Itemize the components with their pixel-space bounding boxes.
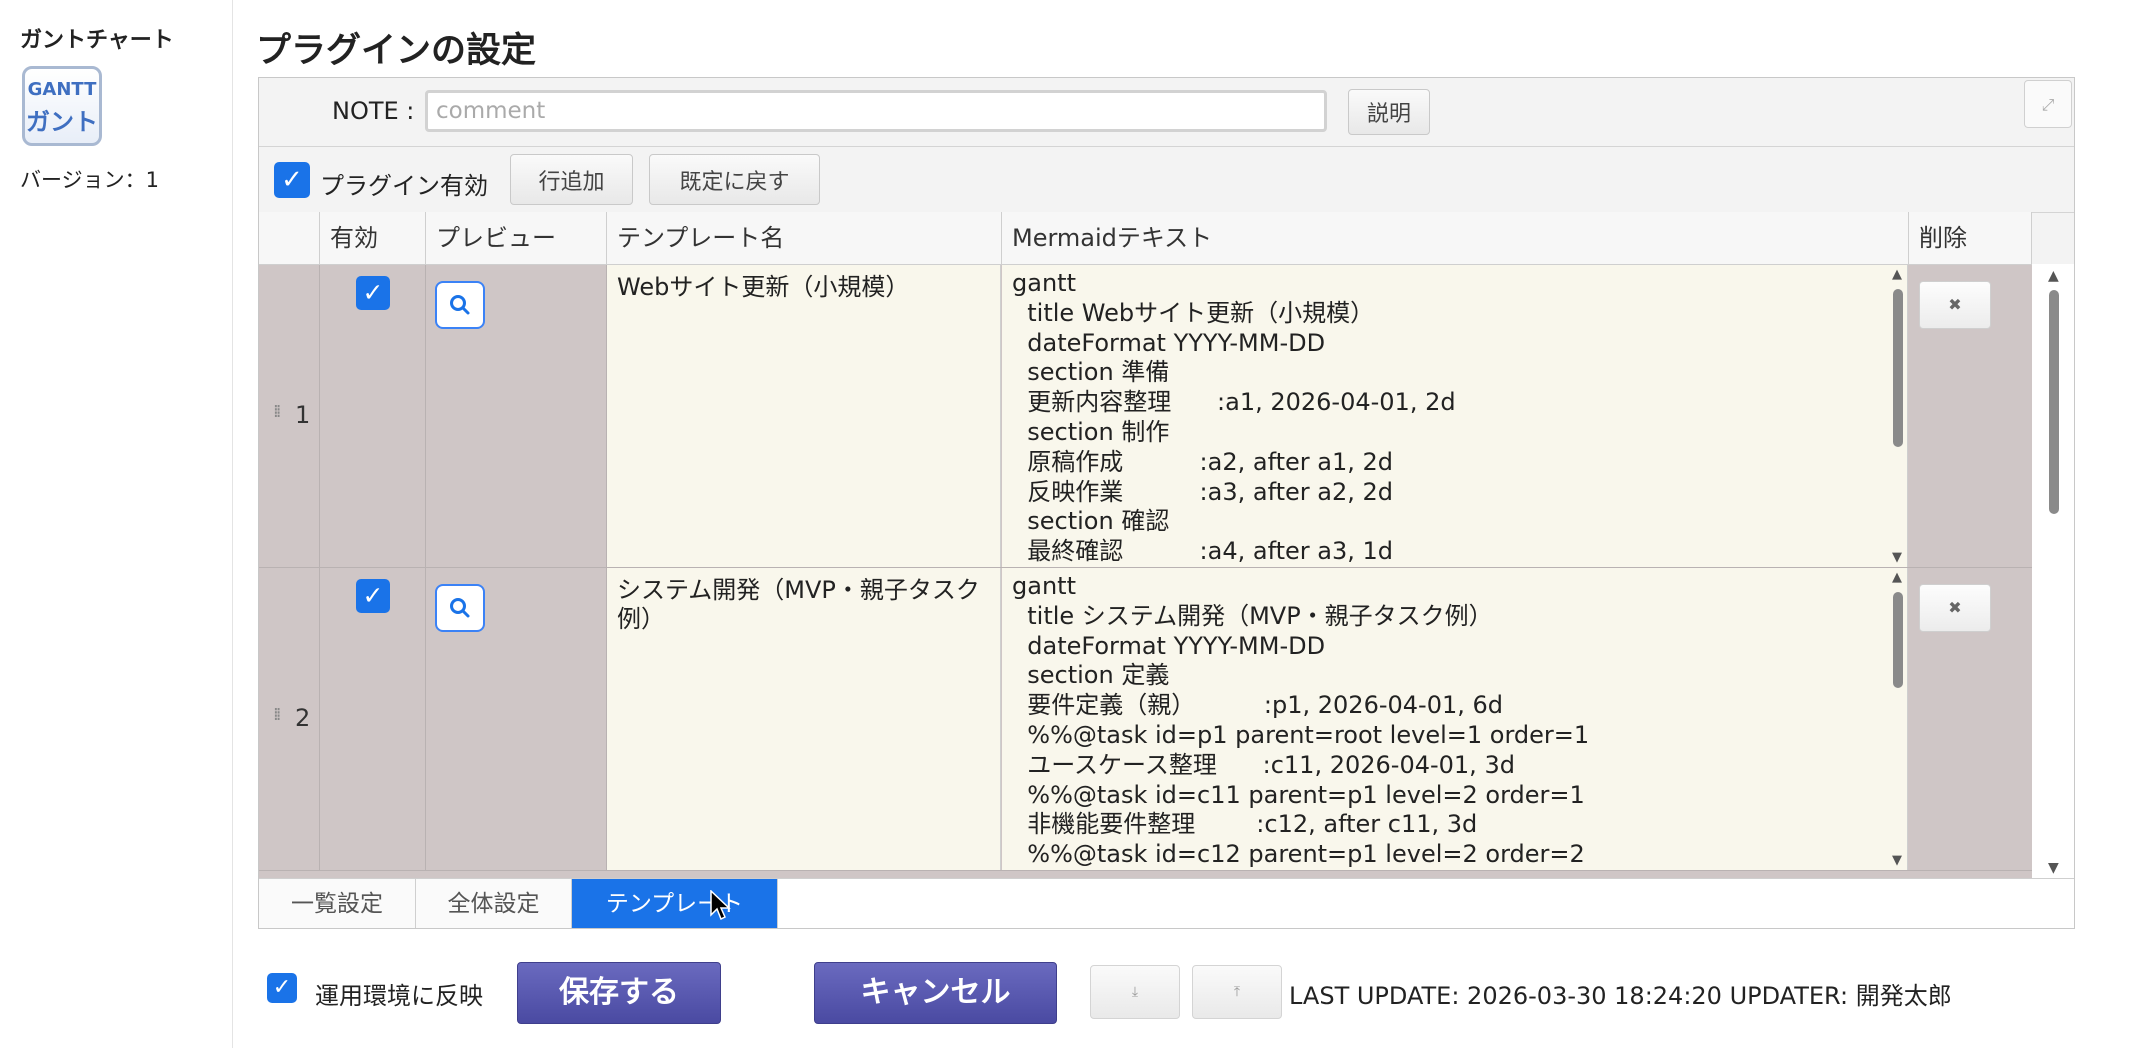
add-row-button[interactable]: 行追加 <box>510 154 633 205</box>
mouse-cursor-icon <box>710 890 731 921</box>
cell-scrollbar[interactable]: ▲ ▼ <box>1889 265 1907 567</box>
drag-handle-icon[interactable]: ⁞⁞ <box>273 401 282 422</box>
header-preview[interactable]: プレビュー <box>426 212 607 264</box>
scroll-down-icon[interactable]: ▼ <box>2048 860 2059 876</box>
expand-icon[interactable]: ⤢ <box>2024 80 2072 128</box>
mermaid-text-cell[interactable]: gantt title システム開発（MVP・親子タスク例） dateForma… <box>1002 568 1908 870</box>
help-button[interactable]: 説明 <box>1348 89 1430 135</box>
scroll-up-icon[interactable]: ▲ <box>1892 267 1902 282</box>
delete-row-button[interactable]: ✖ <box>1919 584 1991 632</box>
close-icon: ✖ <box>1948 598 1962 617</box>
table-row: ⁞⁞ 1 ✓ Webサイト更新（小規模） gantt title Webサイト更… <box>259 265 2032 568</box>
last-update-info: LAST UPDATE: 2026-03-30 18:24:20 UPDATER… <box>1289 982 1952 1010</box>
page-title: プラグインの設定 <box>256 31 537 71</box>
row-enabled-checkbox[interactable]: ✓ <box>356 276 390 310</box>
grid-scrollbar[interactable]: ▲ ▼ <box>2032 264 2074 878</box>
close-icon: ✖ <box>1948 295 1962 314</box>
note-input[interactable] <box>425 90 1327 132</box>
plugin-version: バージョン：1 <box>20 168 159 192</box>
row-number: 2 <box>295 704 311 732</box>
template-name-cell[interactable]: Webサイト更新（小規模） <box>607 265 1001 567</box>
grid-body: ⁞⁞ 1 ✓ Webサイト更新（小規模） gantt title Webサイト更… <box>259 265 2032 878</box>
save-button[interactable]: 保存する <box>517 962 721 1024</box>
drag-handle-icon[interactable]: ⁞⁞ <box>273 704 282 725</box>
footer: ✓ 運用環境に反映 保存する キャンセル ⤓ ⤒ LAST UPDATE: 20… <box>258 955 2108 1025</box>
tab-list-settings[interactable]: 一覧設定 <box>259 879 416 928</box>
mermaid-text-cell[interactable]: gantt title Webサイト更新（小規模） dateFormat YYY… <box>1002 265 1908 567</box>
reset-default-button[interactable]: 既定に戻す <box>649 154 820 205</box>
download-icon[interactable]: ⤓ <box>1090 965 1180 1019</box>
scroll-down-icon[interactable]: ▼ <box>1892 550 1902 565</box>
deploy-checkbox[interactable]: ✓ <box>267 973 297 1003</box>
deploy-label: 運用環境に反映 <box>315 982 483 1010</box>
search-icon <box>450 295 470 315</box>
gantt-plugin-icon[interactable]: GANTT ガント <box>22 66 102 146</box>
plugin-icon-line1: GANTT <box>27 79 97 100</box>
toolbar: ✓ プラグイン有効 行追加 既定に戻す <box>259 146 2074 213</box>
plugin-icon-line2: ガント <box>26 108 98 136</box>
scroll-thumb[interactable] <box>2049 290 2059 514</box>
upload-icon[interactable]: ⤒ <box>1192 965 1282 1019</box>
scroll-thumb[interactable] <box>1893 289 1903 447</box>
tab-templates[interactable]: テンプレート <box>572 879 778 928</box>
grid-header: 有効 プレビュー テンプレート名 Mermaidテキスト 削除 <box>259 212 2032 265</box>
search-icon <box>450 598 470 618</box>
row-number: 1 <box>295 401 311 429</box>
row-enabled-checkbox[interactable]: ✓ <box>356 579 390 613</box>
table-row: ⁞⁞ 2 ✓ システム開発（MVP・親子タスク例） gantt title シス… <box>259 568 2032 871</box>
scroll-down-icon[interactable]: ▼ <box>1892 853 1902 868</box>
header-drag-col <box>259 212 320 264</box>
sidebar: ガントチャート GANTT ガント バージョン：1 <box>0 0 233 1048</box>
scroll-thumb[interactable] <box>1893 592 1903 688</box>
note-row: NOTE : 説明 ⤢ <box>259 78 2074 147</box>
preview-button[interactable] <box>435 281 485 329</box>
scroll-up-icon[interactable]: ▲ <box>1892 570 1902 585</box>
delete-row-button[interactable]: ✖ <box>1919 281 1991 329</box>
header-delete[interactable]: 削除 <box>1909 212 2032 264</box>
tab-bar: 一覧設定 全体設定 テンプレート <box>259 878 2074 928</box>
cell-scrollbar[interactable]: ▲ ▼ <box>1889 568 1907 870</box>
sidebar-title: ガントチャート <box>20 28 174 53</box>
preview-button[interactable] <box>435 584 485 632</box>
tab-global-settings[interactable]: 全体設定 <box>416 879 572 928</box>
plugin-enable-label: プラグイン有効 <box>320 172 488 200</box>
settings-panel: NOTE : 説明 ⤢ ✓ プラグイン有効 行追加 既定に戻す 有効 プレビュー… <box>258 77 2075 929</box>
header-enabled[interactable]: 有効 <box>320 212 426 264</box>
scroll-up-icon[interactable]: ▲ <box>2048 268 2059 284</box>
plugin-enable-checkbox[interactable]: ✓ <box>274 162 310 198</box>
note-label: NOTE : <box>332 97 415 125</box>
template-name-cell[interactable]: システム開発（MVP・親子タスク例） <box>607 568 1001 870</box>
cancel-button[interactable]: キャンセル <box>814 962 1057 1024</box>
header-mermaid-text[interactable]: Mermaidテキスト <box>1002 212 1909 264</box>
header-template-name[interactable]: テンプレート名 <box>607 212 1002 264</box>
